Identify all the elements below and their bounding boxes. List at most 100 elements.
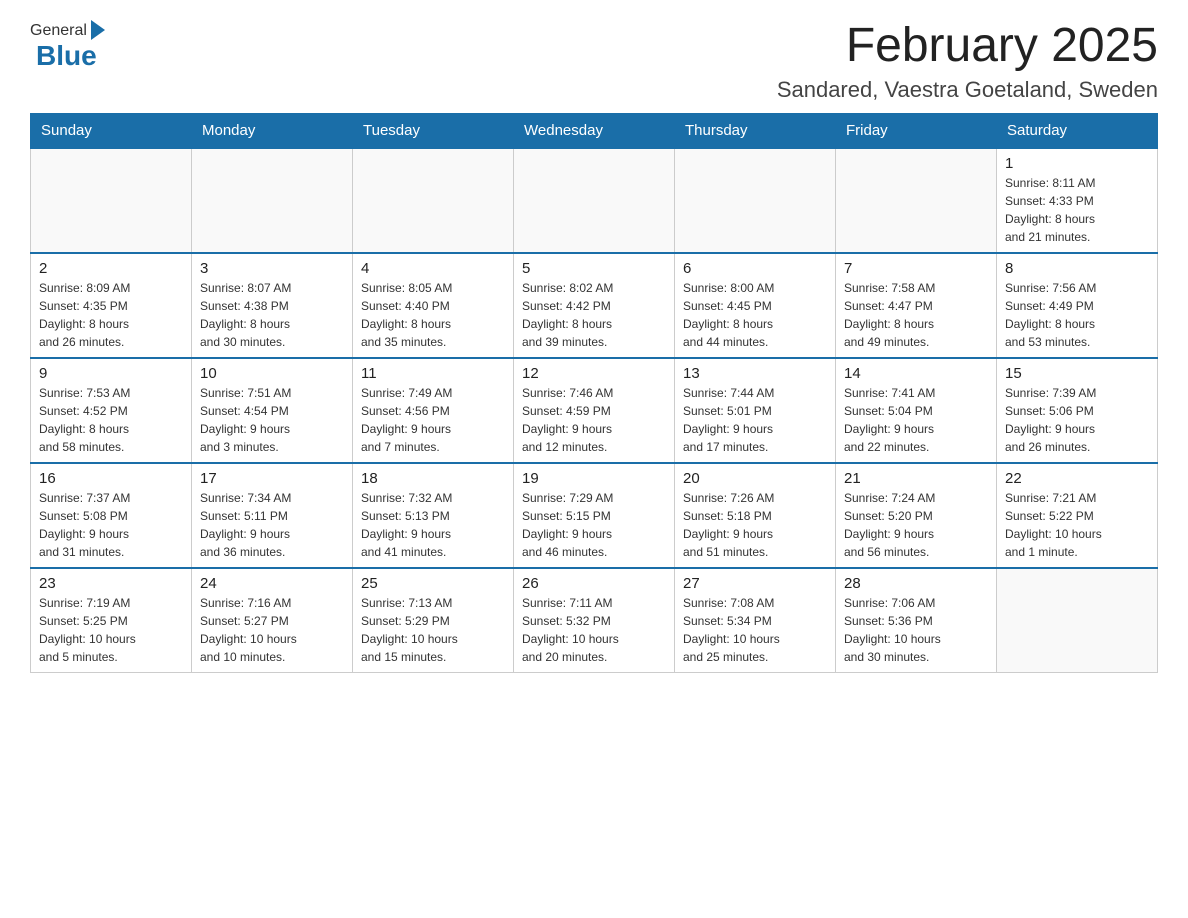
calendar-week-5: 23 Sunrise: 7:19 AMSunset: 5:25 PMDayligh…: [31, 568, 1158, 673]
month-title: February 2025: [777, 20, 1158, 73]
day-info: Sunrise: 7:32 AMSunset: 5:13 PMDaylight:…: [361, 489, 505, 561]
calendar-cell: 10Sunrise: 7:51 AMSunset: 4:54 PMDayligh…: [192, 358, 353, 463]
calendar-week-3: 9 Sunrise: 7:53 AMSunset: 4:52 PMDaylight…: [31, 358, 1158, 463]
calendar-cell: 13 Sunrise: 7:44 AMSunset: 5:01 PMDayligh…: [675, 358, 836, 463]
calendar-cell: 24Sunrise: 7:16 AMSunset: 5:27 PMDayligh…: [192, 568, 353, 673]
day-number: 23: [39, 575, 183, 592]
day-info: Sunrise: 8:09 AMSunset: 4:35 PMDaylight:…: [39, 279, 183, 351]
day-number: 11: [361, 365, 505, 382]
calendar-cell: 14 Sunrise: 7:41 AMSunset: 5:04 PMDayligh…: [836, 358, 997, 463]
calendar-cell: [353, 148, 514, 253]
day-number: 27: [683, 575, 827, 592]
day-info: Sunrise: 7:53 AMSunset: 4:52 PMDaylight:…: [39, 384, 183, 456]
calendar-cell: 26Sunrise: 7:11 AMSunset: 5:32 PMDayligh…: [514, 568, 675, 673]
logo-blue-text: Blue: [36, 40, 97, 71]
calendar-cell: 8 Sunrise: 7:56 AMSunset: 4:49 PMDaylight…: [997, 253, 1158, 358]
calendar-cell: 6 Sunrise: 8:00 AMSunset: 4:45 PMDaylight…: [675, 253, 836, 358]
day-number: 15: [1005, 365, 1149, 382]
calendar-cell: 3 Sunrise: 8:07 AMSunset: 4:38 PMDaylight…: [192, 253, 353, 358]
calendar-cell: 27 Sunrise: 7:08 AMSunset: 5:34 PMDayligh…: [675, 568, 836, 673]
calendar-cell: 25Sunrise: 7:13 AMSunset: 5:29 PMDayligh…: [353, 568, 514, 673]
days-of-week-row: Sunday Monday Tuesday Wednesday Thursday…: [31, 113, 1158, 148]
day-info: Sunrise: 8:00 AMSunset: 4:45 PMDaylight:…: [683, 279, 827, 351]
day-number: 3: [200, 260, 344, 277]
day-info: Sunrise: 7:46 AMSunset: 4:59 PMDaylight:…: [522, 384, 666, 456]
calendar-week-1: 1Sunrise: 8:11 AMSunset: 4:33 PMDaylight…: [31, 148, 1158, 253]
page-header: General Blue February 2025 Sandared, Vae…: [30, 20, 1158, 103]
day-info: Sunrise: 7:44 AMSunset: 5:01 PMDaylight:…: [683, 384, 827, 456]
day-info: Sunrise: 7:08 AMSunset: 5:34 PMDaylight:…: [683, 594, 827, 666]
day-info: Sunrise: 8:05 AMSunset: 4:40 PMDaylight:…: [361, 279, 505, 351]
calendar-week-2: 2Sunrise: 8:09 AMSunset: 4:35 PMDaylight…: [31, 253, 1158, 358]
logo-arrow-icon: [91, 20, 105, 40]
day-info: Sunrise: 7:21 AMSunset: 5:22 PMDaylight:…: [1005, 489, 1149, 561]
calendar-cell: 19 Sunrise: 7:29 AMSunset: 5:15 PMDayligh…: [514, 463, 675, 568]
logo-general-text: General: [30, 22, 87, 40]
col-sunday: Sunday: [31, 113, 192, 148]
day-number: 4: [361, 260, 505, 277]
day-number: 20: [683, 470, 827, 487]
day-number: 18: [361, 470, 505, 487]
day-info: Sunrise: 7:29 AMSunset: 5:15 PMDaylight:…: [522, 489, 666, 561]
calendar-cell: 22 Sunrise: 7:21 AMSunset: 5:22 PMDayligh…: [997, 463, 1158, 568]
col-tuesday: Tuesday: [353, 113, 514, 148]
location-subtitle: Sandared, Vaestra Goetaland, Sweden: [777, 77, 1158, 103]
calendar-cell: 12 Sunrise: 7:46 AMSunset: 4:59 PMDayligh…: [514, 358, 675, 463]
calendar-header: Sunday Monday Tuesday Wednesday Thursday…: [31, 113, 1158, 148]
col-wednesday: Wednesday: [514, 113, 675, 148]
calendar-week-4: 16Sunrise: 7:37 AMSunset: 5:08 PMDayligh…: [31, 463, 1158, 568]
day-number: 6: [683, 260, 827, 277]
title-section: February 2025 Sandared, Vaestra Goetalan…: [777, 20, 1158, 103]
day-info: Sunrise: 7:58 AMSunset: 4:47 PMDaylight:…: [844, 279, 988, 351]
day-number: 22: [1005, 470, 1149, 487]
calendar-cell: 17 Sunrise: 7:34 AMSunset: 5:11 PMDayligh…: [192, 463, 353, 568]
calendar-cell: 18 Sunrise: 7:32 AMSunset: 5:13 PMDayligh…: [353, 463, 514, 568]
day-number: 17: [200, 470, 344, 487]
day-info: Sunrise: 7:26 AMSunset: 5:18 PMDaylight:…: [683, 489, 827, 561]
day-info: Sunrise: 7:24 AMSunset: 5:20 PMDaylight:…: [844, 489, 988, 561]
calendar-cell: [836, 148, 997, 253]
calendar-cell: 7 Sunrise: 7:58 AMSunset: 4:47 PMDaylight…: [836, 253, 997, 358]
day-number: 16: [39, 470, 183, 487]
calendar-cell: 21 Sunrise: 7:24 AMSunset: 5:20 PMDayligh…: [836, 463, 997, 568]
calendar-cell: 5 Sunrise: 8:02 AMSunset: 4:42 PMDaylight…: [514, 253, 675, 358]
calendar-cell: [31, 148, 192, 253]
day-info: Sunrise: 8:02 AMSunset: 4:42 PMDaylight:…: [522, 279, 666, 351]
day-number: 5: [522, 260, 666, 277]
calendar-cell: [675, 148, 836, 253]
calendar-cell: 16Sunrise: 7:37 AMSunset: 5:08 PMDayligh…: [31, 463, 192, 568]
logo: General Blue: [30, 20, 105, 72]
day-number: 21: [844, 470, 988, 487]
day-info: Sunrise: 7:11 AMSunset: 5:32 PMDaylight:…: [522, 594, 666, 666]
calendar-cell: 20 Sunrise: 7:26 AMSunset: 5:18 PMDayligh…: [675, 463, 836, 568]
day-number: 28: [844, 575, 988, 592]
calendar-cell: 9 Sunrise: 7:53 AMSunset: 4:52 PMDaylight…: [31, 358, 192, 463]
calendar-cell: 4 Sunrise: 8:05 AMSunset: 4:40 PMDaylight…: [353, 253, 514, 358]
col-saturday: Saturday: [997, 113, 1158, 148]
day-info: Sunrise: 7:41 AMSunset: 5:04 PMDaylight:…: [844, 384, 988, 456]
calendar-cell: 15 Sunrise: 7:39 AMSunset: 5:06 PMDayligh…: [997, 358, 1158, 463]
day-number: 9: [39, 365, 183, 382]
calendar-cell: 1Sunrise: 8:11 AMSunset: 4:33 PMDaylight…: [997, 148, 1158, 253]
calendar-cell: 23 Sunrise: 7:19 AMSunset: 5:25 PMDayligh…: [31, 568, 192, 673]
day-info: Sunrise: 7:13 AMSunset: 5:29 PMDaylight:…: [361, 594, 505, 666]
day-info: Sunrise: 7:19 AMSunset: 5:25 PMDaylight:…: [39, 594, 183, 666]
calendar-cell: [997, 568, 1158, 673]
calendar-cell: 11 Sunrise: 7:49 AMSunset: 4:56 PMDayligh…: [353, 358, 514, 463]
day-number: 10: [200, 365, 344, 382]
col-thursday: Thursday: [675, 113, 836, 148]
day-number: 7: [844, 260, 988, 277]
day-info: Sunrise: 7:06 AMSunset: 5:36 PMDaylight:…: [844, 594, 988, 666]
day-info: Sunrise: 7:34 AMSunset: 5:11 PMDaylight:…: [200, 489, 344, 561]
day-number: 8: [1005, 260, 1149, 277]
day-number: 14: [844, 365, 988, 382]
day-number: 12: [522, 365, 666, 382]
day-info: Sunrise: 7:49 AMSunset: 4:56 PMDaylight:…: [361, 384, 505, 456]
day-info: Sunrise: 8:11 AMSunset: 4:33 PMDaylight:…: [1005, 174, 1149, 246]
day-info: Sunrise: 7:39 AMSunset: 5:06 PMDaylight:…: [1005, 384, 1149, 456]
calendar-cell: [514, 148, 675, 253]
day-number: 13: [683, 365, 827, 382]
day-number: 19: [522, 470, 666, 487]
day-info: Sunrise: 7:56 AMSunset: 4:49 PMDaylight:…: [1005, 279, 1149, 351]
day-info: Sunrise: 8:07 AMSunset: 4:38 PMDaylight:…: [200, 279, 344, 351]
